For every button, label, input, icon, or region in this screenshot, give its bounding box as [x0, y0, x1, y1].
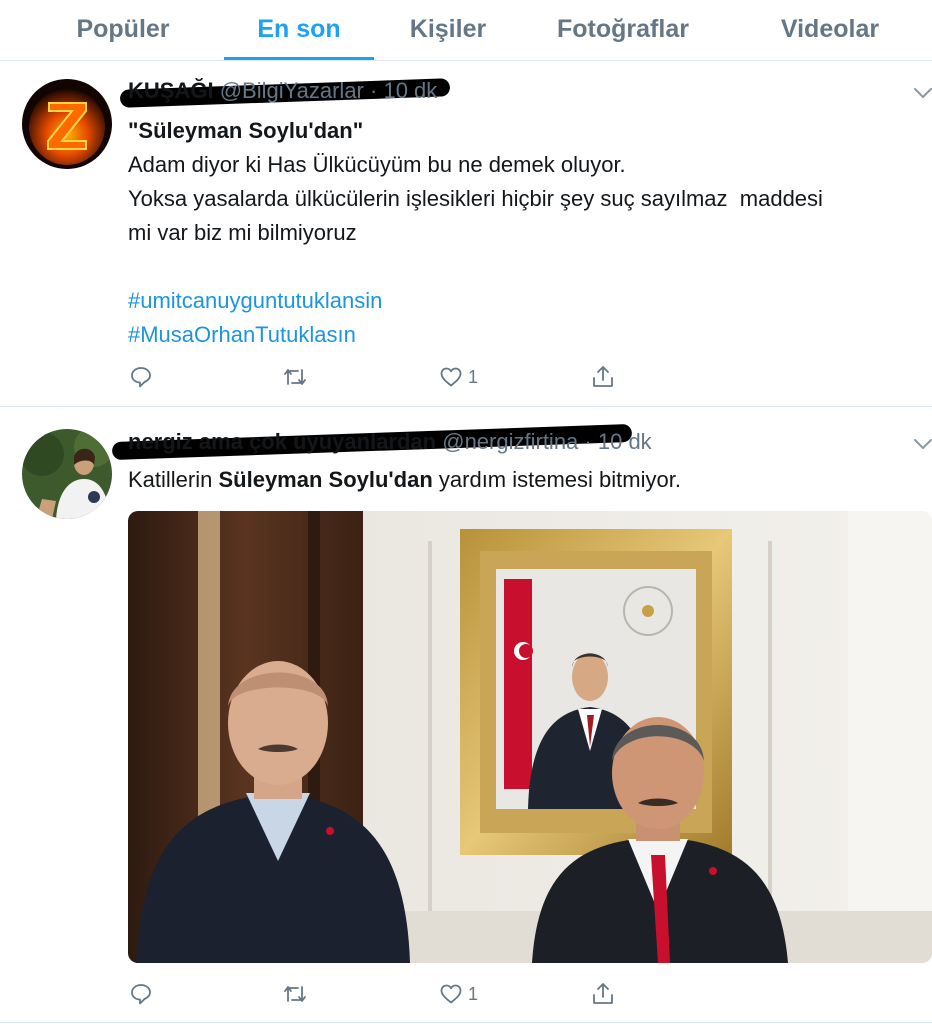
like-button[interactable]: 1	[438, 981, 478, 1007]
user-handle[interactable]: @nergizfirtina	[442, 429, 578, 454]
display-name[interactable]: KUŞAĞI	[128, 78, 214, 103]
user-handle[interactable]: @BilgiYazarlar	[220, 78, 364, 103]
heart-icon	[440, 984, 462, 1004]
retweet-button[interactable]	[282, 981, 312, 1007]
tweet-2[interactable]: nergiz ama çok uyuyanlardan @nergizfirti…	[0, 407, 932, 1023]
tweet-body-line: Adam diyor ki Has Ülkücüyüm bu ne demek …	[128, 152, 626, 177]
hashtag-link[interactable]: #umitcanuyguntutuklansin	[128, 284, 382, 318]
share-icon	[593, 366, 613, 387]
body-bold-text: Süleyman Soylu'dan	[218, 467, 433, 492]
body-text: Katillerin	[128, 467, 219, 492]
reply-button[interactable]	[128, 981, 158, 1007]
tab-latest[interactable]: En son	[224, 0, 374, 60]
retweet-button[interactable]	[282, 364, 312, 390]
share-icon	[593, 983, 613, 1004]
reply-icon	[131, 984, 151, 1005]
like-count: 1	[468, 983, 479, 1004]
reply-icon	[131, 367, 151, 388]
share-button[interactable]	[590, 981, 620, 1007]
tweet-title: "Süleyman Soylu'dan"	[128, 118, 364, 143]
like-button[interactable]: 1	[438, 364, 478, 390]
reply-button[interactable]	[128, 364, 158, 390]
tweet-body: Katillerin Süleyman Soylu'dan yardım ist…	[128, 463, 681, 497]
tweet-photo[interactable]	[128, 511, 932, 963]
search-tabs: Popüler En son Kişiler Fotoğraflar Video…	[0, 0, 932, 61]
body-text: yardım istemesi bitmiyor.	[432, 467, 681, 492]
divider	[0, 1022, 932, 1023]
tweet-time: · 10 dk	[370, 78, 438, 103]
avatar[interactable]	[22, 79, 112, 169]
tab-latest-label: En son	[257, 14, 341, 43]
share-button[interactable]	[590, 364, 620, 390]
like-count: 1	[468, 366, 479, 387]
tab-photos[interactable]: Fotoğraflar	[540, 0, 706, 58]
tweet-body-line: Yoksa yasalarda ülkücülerin işlesikleri …	[128, 186, 823, 211]
tweet-body-line: mi var biz mi bilmiyoruz	[128, 220, 357, 245]
tweet-time: · 10 dk	[584, 429, 652, 454]
display-name[interactable]: nergiz ama çok uyuyanlardan	[128, 429, 436, 454]
avatar[interactable]	[22, 429, 112, 519]
tweet-1[interactable]: KUŞAĞI @BilgiYazarlar · 10 dk "Süleyman …	[0, 60, 932, 406]
tab-videos[interactable]: Videolar	[760, 0, 900, 58]
retweet-icon	[284, 369, 306, 385]
tweet-header: KUŞAĞI @BilgiYazarlar · 10 dk	[128, 78, 437, 104]
tab-people[interactable]: Kişiler	[380, 0, 516, 58]
tweet-header: nergiz ama çok uyuyanlardan @nergizfirti…	[128, 429, 652, 455]
heart-icon	[440, 367, 462, 387]
retweet-icon	[284, 986, 306, 1002]
hashtag-link[interactable]: #MusaOrhanTutuklasın	[128, 318, 356, 352]
tab-popular[interactable]: Popüler	[48, 0, 198, 58]
chevron-down-icon[interactable]	[912, 437, 932, 451]
chevron-down-icon[interactable]	[912, 86, 932, 100]
